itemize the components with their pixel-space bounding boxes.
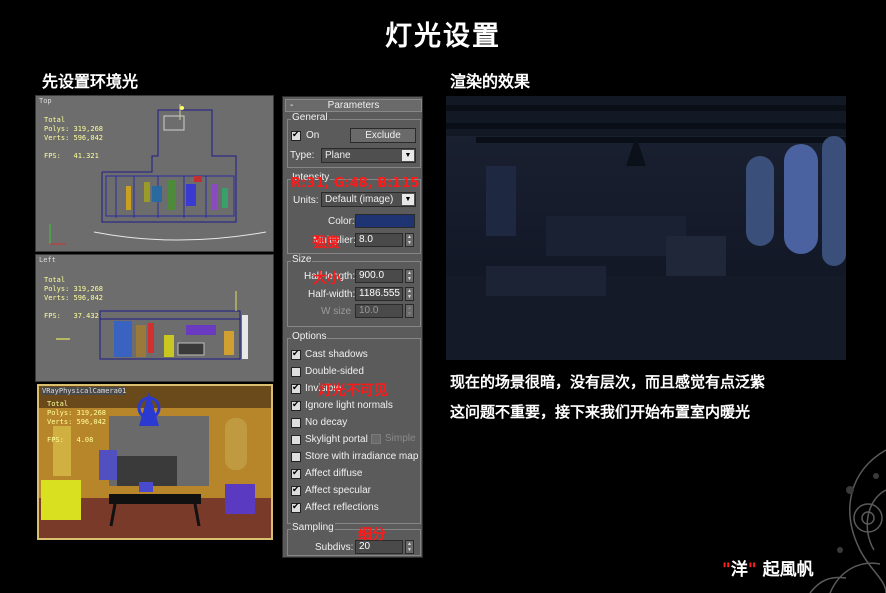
dark-interior-render [446,96,846,360]
half-width-spinner[interactable]: ▲ ▼ [405,287,414,301]
rollout-title: Parameters [327,100,380,111]
size-group-label: Size [291,254,313,265]
units-label: Units: [293,195,319,206]
left-heading: 先设置环境光 [42,72,139,91]
description-line-2: 这问题不重要，接下来我们开始布置室内暖光 [450,403,751,421]
author-suffix: 起風帆 [762,560,814,580]
half-length-spinner[interactable]: ▲ ▼ [405,269,414,283]
option-checkbox[interactable] [291,367,301,377]
type-dropdown[interactable]: Plane ▼ [321,148,416,163]
sampling-group-label: Sampling [291,522,335,533]
multiplier-spinner[interactable]: ▲ ▼ [405,233,414,247]
half-width-field[interactable]: 1186.555 [355,287,403,301]
option-checkbox[interactable] [291,467,301,479]
multiplier-field[interactable]: 8.0 [355,233,403,247]
subdivs-annotation: 细分 [358,527,386,543]
top-view-wireframe [49,104,267,245]
option-checkbox[interactable] [291,484,301,496]
color-swatch[interactable] [355,214,415,228]
viewport-label: VRayPhysicalCamera01 [42,387,127,395]
right-heading: 渲染的效果 [450,72,531,91]
subdivs-spinner[interactable]: ▲ ▼ [405,540,414,554]
render-preview-image [446,96,846,360]
vray-light-parameters-panel: - Parameters General On Exclude Type: Pl… [282,96,423,558]
collapse-icon: - [290,100,294,111]
on-checkbox[interactable] [291,129,301,141]
option-checkbox[interactable] [291,501,301,513]
color-label: Color: [328,216,355,227]
quote-close: " [747,560,757,580]
options-group-label: Options [291,331,328,342]
multiplier-annotation: 强度 [312,235,340,251]
rgb-annotation: R:31, G:48, B:115 [291,176,420,191]
option-label: Affect reflections [305,502,379,513]
exclude-button[interactable]: Exclude [350,128,416,143]
units-value: Default (image) [325,194,394,205]
viewport-left[interactable]: Left Total Polys: 319,268 Verts: 596,042… [35,254,274,382]
type-label: Type: [290,150,315,161]
half-width-label: Half-width: [308,289,356,300]
w-size-label: W size [321,306,351,317]
option-checkbox[interactable] [291,399,301,411]
description-line-1: 现在的场景很暗，没有层次，而且感觉有点泛紫 [450,373,766,391]
option-checkbox[interactable] [291,382,301,394]
invisible-annotation: 灯光不可见 [318,383,388,399]
viewport-stats: Total Polys: 319,268 Verts: 596,042 FPS:… [47,400,107,444]
viewport-camera[interactable]: Total Polys: 319,268 Verts: 596,042 FPS:… [37,384,273,540]
on-label: On [306,130,320,141]
page-title: 灯光设置 [385,21,501,52]
left-view-wireframe [56,291,248,360]
option-label: Affect diffuse [305,468,363,479]
simple-checkbox [371,434,381,444]
size-annotation: 大小 [313,271,341,287]
option-label: Store with irradiance map [305,451,419,462]
viewport-top[interactable]: Top Total Polys: 319,268 Verts: 596,042 … [35,95,274,252]
quote-open: " [722,560,731,580]
subdivs-label: Subdivs: [315,542,354,553]
option-checkbox[interactable] [291,435,301,445]
parameters-rollout-header[interactable]: - Parameters [285,99,422,112]
w-size-field: 10.0 [355,304,403,318]
option-checkbox[interactable] [291,452,301,462]
option-label: Affect specular [305,485,371,496]
option-checkbox[interactable] [291,348,301,360]
general-group-label: General [291,112,329,123]
option-label: Double-sided [305,366,364,377]
chevron-down-icon: ▼ [402,194,414,205]
option-label: Cast shadows [305,349,368,360]
half-length-field[interactable]: 900.0 [355,269,403,283]
units-dropdown[interactable]: Default (image) ▼ [321,192,416,207]
w-size-spinner: ▲ ▼ [405,304,414,318]
author-name: 洋 [730,560,748,580]
option-label: Skylight portal [305,434,368,445]
option-checkbox[interactable] [291,418,301,428]
type-value: Plane [325,150,351,161]
option-label: No decay [305,417,348,428]
chevron-down-icon: ▼ [402,150,414,161]
simple-label: Simple [385,433,416,444]
option-label: Ignore light normals [305,400,393,411]
author-signature: "洋" 起風帆 [722,555,814,580]
